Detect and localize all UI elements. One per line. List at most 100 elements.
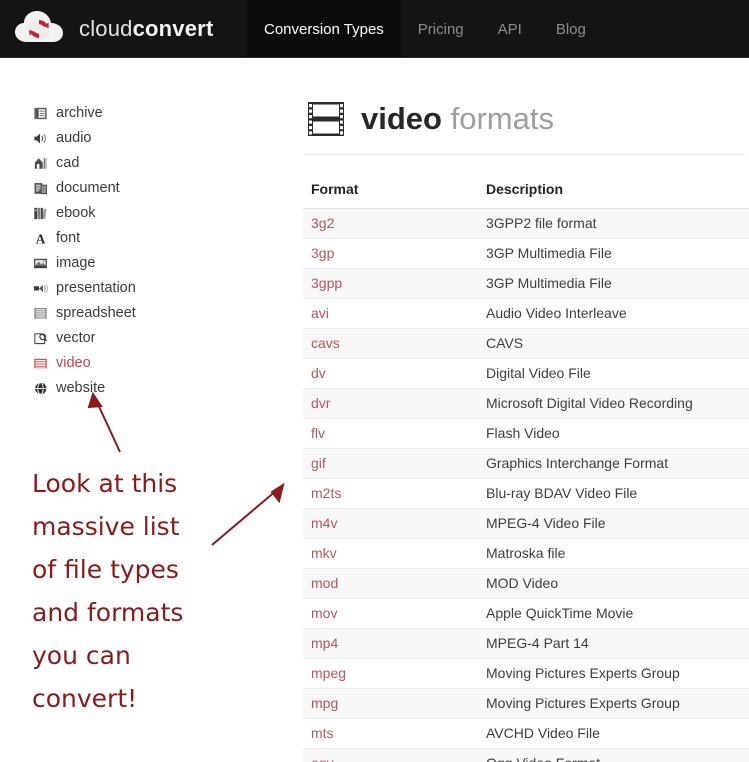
table-row: mts AVCHD Video File: [303, 718, 749, 750]
brand-title-part1: cloud: [79, 16, 133, 41]
sidebar-item-image[interactable]: image: [0, 251, 285, 276]
format-link[interactable]: 3gpp: [303, 268, 478, 300]
vector-icon: [34, 333, 48, 345]
table-row: mov Apple QuickTime Movie: [303, 598, 749, 630]
column-header-format: Format: [303, 181, 478, 210]
cloud-refresh-logo-icon: [15, 11, 63, 42]
table-row: ogvOgg Video Format: [303, 748, 749, 762]
format-link[interactable]: mov: [303, 598, 478, 630]
format-description: Ogg Video Format: [478, 748, 749, 762]
sidebar-item-font[interactable]: A font: [0, 226, 285, 251]
image-icon: [34, 258, 47, 269]
nav-item-api[interactable]: API: [481, 0, 539, 57]
sidebar-item-vector[interactable]: vector: [0, 326, 285, 351]
brand-title: cloudconvert: [79, 18, 213, 40]
brand-title-part2: convert: [132, 16, 214, 41]
table-row: gif Graphics Interchange Format: [303, 448, 749, 480]
sidebar-item-ebook[interactable]: ebook: [0, 201, 285, 226]
sidebar-item-spreadsheet[interactable]: spreadsheet: [0, 301, 285, 326]
brand-logo-link[interactable]: cloudconvert: [13, 0, 213, 57]
table-row: cavs CAVS: [303, 328, 749, 360]
format-description: Apple QuickTime Movie: [478, 598, 749, 630]
font-icon: A: [36, 231, 46, 246]
table-row: dv Digital Video File: [303, 358, 749, 390]
sidebar-item-label: ebook: [56, 205, 96, 222]
video-icon: [34, 358, 47, 369]
format-description: Moving Pictures Experts Group: [478, 688, 749, 720]
format-link[interactable]: ogv: [303, 748, 478, 762]
sidebar-item-label: image: [56, 255, 96, 272]
format-link[interactable]: 3gp: [303, 238, 478, 270]
audio-icon: [34, 133, 46, 144]
sidebar-item-label: presentation: [56, 280, 136, 297]
sidebar-item-label: document: [56, 180, 120, 197]
page-title-subtitle: formats: [450, 101, 554, 136]
page-title-main: video: [361, 101, 442, 136]
table-row: mp4 MPEG-4 Part 14: [303, 628, 749, 660]
page-title: video formats: [303, 58, 749, 137]
format-link[interactable]: mkv: [303, 538, 478, 570]
archive-icon: [34, 107, 47, 120]
table-row: 3gpp 3GP Multimedia File: [303, 268, 749, 300]
format-description: 3GP Multimedia File: [478, 268, 749, 300]
format-description: Audio Video Interleave: [478, 298, 749, 330]
table-row: mpeg Moving Pictures Experts Group: [303, 658, 749, 690]
table-row: 3g2 3GPP2 file format: [303, 208, 749, 240]
format-link[interactable]: mpeg: [303, 658, 478, 690]
document-icon: [34, 183, 47, 195]
format-link[interactable]: avi: [303, 298, 478, 330]
format-link[interactable]: mod: [303, 568, 478, 600]
sidebar-item-audio[interactable]: audio: [0, 126, 285, 151]
format-link[interactable]: m2ts: [303, 478, 478, 510]
format-description: Graphics Interchange Format: [478, 448, 749, 480]
format-link[interactable]: dvr: [303, 388, 478, 420]
format-link[interactable]: mpg: [303, 688, 478, 720]
arrow-to-sidebar-shaft: [95, 399, 121, 453]
sidebar-item-presentation[interactable]: presentation: [0, 276, 285, 301]
format-description: MPEG-4 Part 14: [478, 628, 749, 660]
sidebar-item-document[interactable]: document: [0, 176, 285, 201]
table-row: mod MOD Video: [303, 568, 749, 600]
sidebar-item-label: video: [56, 355, 91, 372]
format-description: Blu-ray BDAV Video File: [478, 478, 749, 510]
format-link[interactable]: flv: [303, 418, 478, 450]
arrow-to-table-head: [270, 482, 285, 504]
format-description: Moving Pictures Experts Group: [478, 658, 749, 690]
svg-text:A: A: [36, 231, 46, 246]
sidebar-item-website[interactable]: website: [0, 376, 285, 401]
cad-icon: [34, 158, 47, 169]
sidebar-item-label: website: [56, 380, 106, 397]
page-title-text: video formats: [361, 101, 554, 136]
sidebar-item-video[interactable]: video: [0, 351, 285, 376]
spreadsheet-icon: [34, 308, 47, 319]
heading-divider: [305, 154, 745, 156]
presentation-icon: [33, 283, 48, 294]
format-link[interactable]: 3g2: [303, 208, 478, 240]
page-title-sub: [442, 101, 451, 136]
format-link[interactable]: mp4: [303, 628, 478, 660]
sidebar-item-label: font: [56, 230, 81, 247]
nav-item-pricing[interactable]: Pricing: [401, 0, 481, 57]
sidebar-item-label: archive: [56, 105, 103, 122]
table-row: flv Flash Video: [303, 418, 749, 450]
film-strip-icon: [308, 102, 344, 137]
format-description: Digital Video File: [478, 358, 749, 390]
table-header-row: Format Description: [303, 181, 749, 210]
format-description: AVCHD Video File: [478, 718, 749, 750]
format-description: 3GP Multimedia File: [478, 238, 749, 270]
format-link[interactable]: dv: [303, 358, 478, 390]
nav-item-blog[interactable]: Blog: [539, 0, 603, 57]
format-description: MPEG-4 Video File: [478, 508, 749, 540]
site-header: cloudconvert Conversion Types Pricing AP…: [0, 0, 749, 58]
format-link[interactable]: m4v: [303, 508, 478, 540]
website-icon: [34, 382, 47, 395]
sidebar-item-cad[interactable]: cad: [0, 151, 285, 176]
category-list: archive audio cad document ebook A font …: [0, 58, 285, 401]
format-link[interactable]: cavs: [303, 328, 478, 360]
nav-item-conversion-types[interactable]: Conversion Types: [247, 0, 401, 57]
format-link[interactable]: gif: [303, 448, 478, 480]
table-row: avi Audio Video Interleave: [303, 298, 749, 330]
format-link[interactable]: mts: [303, 718, 478, 750]
sidebar-item-archive[interactable]: archive: [0, 101, 285, 126]
format-description: Flash Video: [478, 418, 749, 450]
